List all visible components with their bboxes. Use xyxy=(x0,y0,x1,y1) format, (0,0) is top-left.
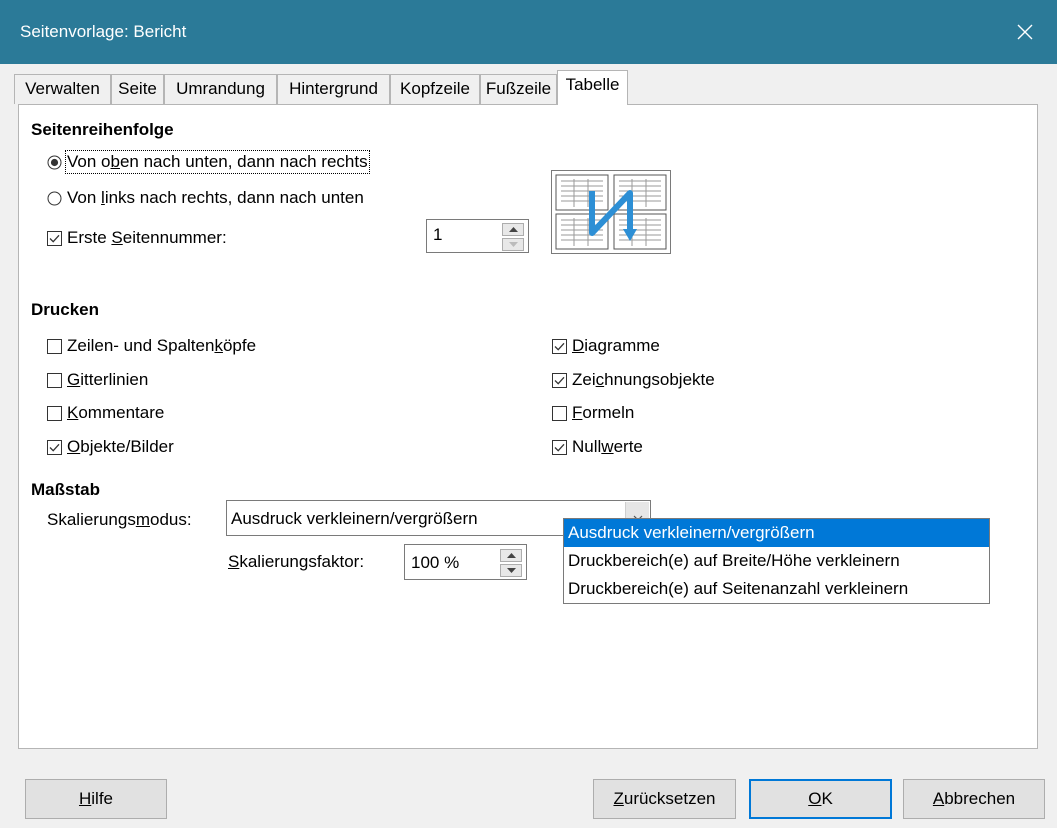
checkbox-drawing-objects[interactable]: Zeichnungsobjekte xyxy=(552,370,715,390)
dropdown-option[interactable]: Ausdruck verkleinern/vergrößern xyxy=(564,519,989,547)
tab-verwalten[interactable]: Verwalten xyxy=(14,74,111,104)
checkbox-checked-icon xyxy=(552,338,567,354)
close-button[interactable] xyxy=(993,0,1057,64)
radio-left-right-label: Von links nach rechts, dann nach unten xyxy=(67,188,364,207)
checkbox-checked-icon xyxy=(47,230,62,246)
spin-down-button[interactable] xyxy=(500,564,522,577)
checkbox-first-page-number[interactable]: Erste Seitennummer: xyxy=(47,228,227,248)
checkbox-unchecked-icon xyxy=(552,405,567,421)
section-heading-massstab: Maßstab xyxy=(31,480,100,499)
checkbox-unchecked-icon xyxy=(47,405,62,421)
radio-top-down[interactable]: Von oben nach unten, dann nach rechts xyxy=(47,150,370,174)
checkbox-row-col-headers[interactable]: Zeilen- und Spaltenköpfe xyxy=(47,336,256,356)
checkbox-comments[interactable]: Kommentare xyxy=(47,403,164,423)
checkbox-unchecked-icon xyxy=(47,372,62,388)
checkbox-checked-icon xyxy=(552,439,567,455)
scaling-factor-spinner[interactable]: 100 % xyxy=(404,544,527,580)
tab-tabelle[interactable]: Tabelle xyxy=(557,70,628,105)
spin-up-icon xyxy=(506,553,516,558)
scaling-factor-label: Skalierungsfaktor: xyxy=(228,552,365,571)
tab-fusszeile[interactable]: Fußzeile xyxy=(480,74,557,104)
checkbox-gridlines[interactable]: Gitterlinien xyxy=(47,370,148,390)
checkbox-objects-images[interactable]: Objekte/Bilder xyxy=(47,437,174,457)
spin-down-icon xyxy=(508,242,518,247)
help-button[interactable]: Hilfe xyxy=(25,779,167,819)
radio-unchecked-icon xyxy=(47,191,62,205)
checkbox-charts[interactable]: Diagramme xyxy=(552,336,660,356)
first-page-number-spinner[interactable]: 1 xyxy=(426,219,529,253)
page-order-preview xyxy=(551,170,671,254)
spin-up-button[interactable] xyxy=(502,223,524,236)
checkbox-first-page-number-label: Erste Seitennummer: xyxy=(67,228,227,247)
spin-down-button[interactable] xyxy=(502,238,524,251)
scaling-mode-dropdown-list: Ausdruck verkleinern/vergrößern Druckber… xyxy=(563,518,990,604)
tab-umrandung[interactable]: Umrandung xyxy=(164,74,277,104)
checkbox-checked-icon xyxy=(47,439,62,455)
ok-button[interactable]: OK xyxy=(749,779,892,819)
radio-left-right[interactable]: Von links nach rechts, dann nach unten xyxy=(47,188,364,208)
tab-seite[interactable]: Seite xyxy=(111,74,164,104)
checkbox-formulas[interactable]: Formeln xyxy=(552,403,634,423)
spin-up-button[interactable] xyxy=(500,549,522,562)
scaling-mode-label: Skalierungsmodus: xyxy=(47,510,192,529)
reset-button[interactable]: Zurücksetzen xyxy=(593,779,736,819)
tab-hintergrund[interactable]: Hintergrund xyxy=(277,74,390,104)
dropdown-option[interactable]: Druckbereich(e) auf Seitenanzahl verklei… xyxy=(564,575,989,603)
section-heading-seitenreihenfolge: Seitenreihenfolge xyxy=(31,120,174,139)
title-bar: Seitenvorlage: Bericht xyxy=(0,0,1057,64)
cancel-button[interactable]: Abbrechen xyxy=(903,779,1045,819)
page-order-top-down-icon xyxy=(555,174,667,250)
spin-down-icon xyxy=(506,568,516,573)
close-icon xyxy=(1017,24,1033,40)
scaling-factor-value: 100 % xyxy=(411,553,460,572)
checkbox-zero-values[interactable]: Nullwerte xyxy=(552,437,643,457)
window-title: Seitenvorlage: Bericht xyxy=(20,22,187,41)
radio-checked-icon xyxy=(47,155,62,169)
spin-up-icon xyxy=(508,227,518,232)
first-page-number-value: 1 xyxy=(433,225,443,244)
checkbox-unchecked-icon xyxy=(47,338,62,354)
section-heading-drucken: Drucken xyxy=(31,300,100,319)
tab-kopfzeile[interactable]: Kopfzeile xyxy=(390,74,480,104)
dropdown-option[interactable]: Druckbereich(e) auf Breite/Höhe verklein… xyxy=(564,547,989,575)
scaling-mode-value: Ausdruck verkleinern/vergrößern xyxy=(231,509,478,528)
checkbox-checked-icon xyxy=(552,372,567,388)
radio-top-down-label: Von oben nach unten, dann nach rechts xyxy=(65,150,370,174)
